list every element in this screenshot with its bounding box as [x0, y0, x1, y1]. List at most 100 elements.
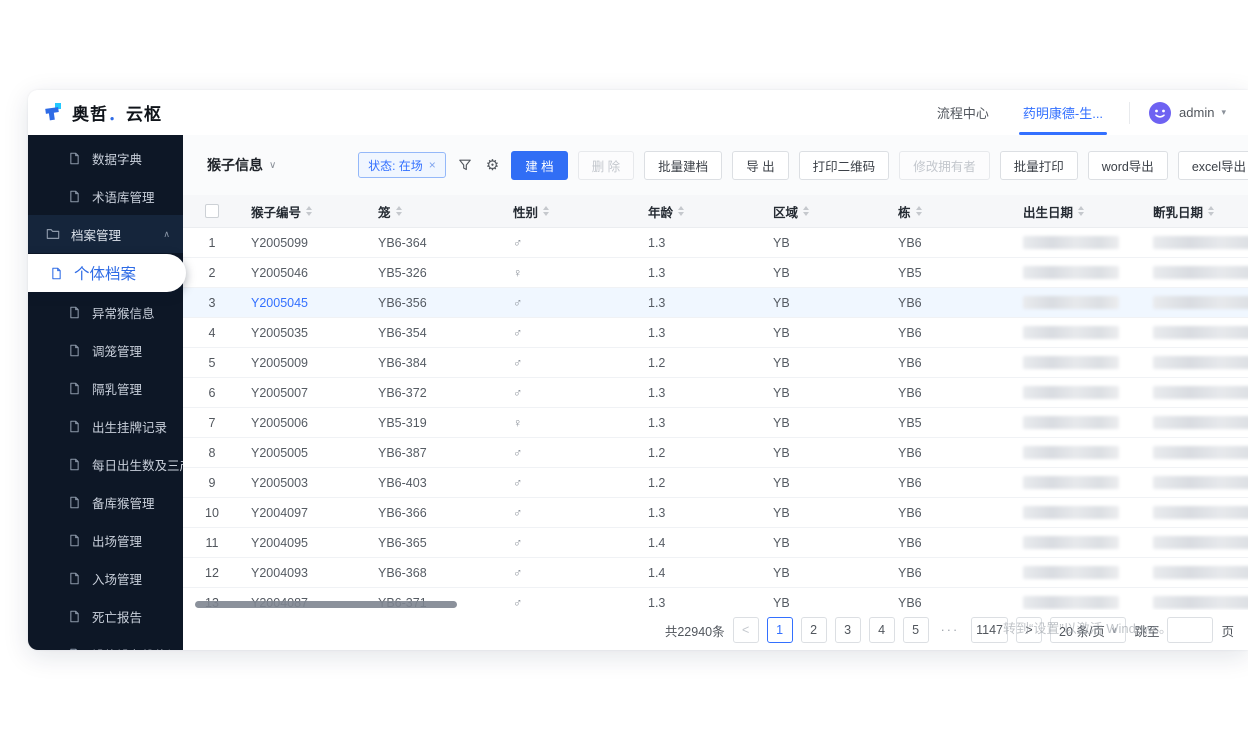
page-size-select[interactable]: 20 条/页 ∨ [1050, 617, 1127, 643]
nav-item-0[interactable]: 流程中心 [937, 90, 989, 135]
settings-gear-icon[interactable]: ⚙ [484, 158, 501, 173]
sort-icon[interactable] [395, 206, 402, 216]
page-button-4[interactable]: 4 [868, 617, 895, 643]
sort-icon[interactable] [915, 206, 922, 216]
page-button-5[interactable]: 5 [902, 617, 929, 643]
column-header-6[interactable]: 出生日期 [1013, 202, 1143, 221]
area-cell: YB [773, 355, 790, 370]
sidebar-item-0[interactable]: 数据字典 [28, 139, 183, 177]
collapse-caret-icon: ∧ [163, 228, 170, 239]
toolbar-button-3[interactable]: 导 出 [732, 150, 789, 180]
table-row[interactable]: 7 Y2005006 YB5-319 ♀ 1.3 YB YB5 [183, 408, 1248, 438]
monkey-id-cell: Y2005006 [251, 415, 309, 430]
next-page-button[interactable]: > [1016, 617, 1043, 643]
page-button-3[interactable]: 3 [834, 617, 861, 643]
sidebar-item-5[interactable]: 调笼管理 [28, 331, 183, 369]
toolbar-button-4[interactable]: 打印二维码 [798, 150, 890, 180]
building-cell: YB6 [898, 235, 922, 250]
toolbar-button-8[interactable]: excel导出 [1177, 150, 1248, 180]
page-ellipsis[interactable]: ··· [937, 617, 964, 643]
page-button-1[interactable]: 1 [766, 617, 793, 643]
sort-icon[interactable] [306, 206, 313, 216]
sidebar-item-13[interactable]: 设施设备维修记录 [28, 635, 192, 650]
sort-icon[interactable] [678, 206, 685, 216]
header-divider [1129, 101, 1131, 124]
column-header-1[interactable]: 笼 [368, 202, 503, 221]
sidebar-item-4[interactable]: 异常猴信息 [28, 293, 183, 331]
column-header-5[interactable]: 栋 [888, 202, 1013, 221]
table-row[interactable]: 10 Y2004097 YB6-366 ♂ 1.3 YB YB6 [183, 498, 1248, 528]
jump-page-input[interactable] [1167, 617, 1214, 643]
filter-chip[interactable]: 状态: 在场 × [358, 152, 446, 178]
sort-icon[interactable] [1078, 206, 1085, 216]
folder-icon [46, 227, 60, 241]
row-index: 6 [208, 385, 216, 400]
table-row[interactable]: 6 Y2005007 YB6-372 ♂ 1.3 YB YB6 [183, 378, 1248, 408]
sort-icon[interactable] [803, 206, 810, 216]
table-row[interactable]: 11 Y2004095 YB6-365 ♂ 1.4 YB YB6 [183, 528, 1248, 558]
sidebar-item-11[interactable]: 入场管理 [28, 559, 183, 597]
user-menu[interactable]: admin ▾ [1148, 101, 1226, 125]
toolbar-button-7[interactable]: word导出 [1087, 150, 1168, 180]
top-nav: 流程中心 药明康德-生... [937, 90, 1108, 135]
column-header-7[interactable]: 断乳日期 [1143, 202, 1248, 221]
age-cell: 1.3 [648, 385, 666, 400]
sidebar: 数据字典 术语库管理 档案管理 ∧ 个体档案 异常猴信息 调笼管理 隔乳管理 出生挂牌记录 每日出… [28, 135, 199, 650]
nav-item-1[interactable]: 药明康德-生... [1018, 90, 1108, 135]
table-row[interactable]: 1 Y2005099 YB6-364 ♂ 1.3 YB YB6 [183, 228, 1248, 258]
column-header-3[interactable]: 年龄 [638, 202, 763, 221]
sidebar-item-3[interactable]: 个体档案 [28, 254, 186, 292]
title-caret-icon[interactable]: ∨ [269, 160, 276, 171]
area-cell: YB [773, 535, 790, 550]
sidebar-item-2[interactable]: 档案管理 ∧ [28, 215, 183, 253]
sort-icon[interactable] [1208, 206, 1215, 216]
table-row[interactable]: 3 Y2005045 YB6-356 ♂ 1.3 YB YB6 [183, 288, 1248, 318]
row-index: 1 [208, 235, 216, 250]
pagination-bar: 转到“设置”以激活 Windows。 共22940条 <1 2 3 4 5 ··· 1147… [183, 610, 1248, 650]
table-row[interactable]: 9 Y2005003 YB6-403 ♂ 1.2 YB YB6 [183, 468, 1248, 498]
sidebar-item-6[interactable]: 隔乳管理 [28, 369, 183, 407]
sidebar-item-12[interactable]: 死亡报告 [28, 597, 183, 635]
table-row[interactable]: 12 Y2004093 YB6-368 ♂ 1.4 YB YB6 [183, 558, 1248, 588]
sidebar-item-10[interactable]: 出场管理 [28, 521, 183, 559]
sort-icon[interactable] [543, 206, 550, 216]
monkey-id-cell: Y2005009 [251, 355, 309, 370]
column-label: 年龄 [648, 205, 674, 220]
cage-cell: YB6-368 [378, 565, 427, 580]
table-row[interactable]: 2 Y2005046 YB5-326 ♀ 1.3 YB YB5 [183, 258, 1248, 288]
building-cell: YB6 [898, 565, 922, 580]
doc-icon [68, 382, 81, 395]
page-button-2[interactable]: 2 [800, 617, 827, 643]
wean-date-redacted [1153, 386, 1248, 399]
toolbar-button-6[interactable]: 批量打印 [999, 150, 1078, 180]
table-row[interactable]: 4 Y2005035 YB6-354 ♂ 1.3 YB YB6 [183, 318, 1248, 348]
sidebar-item-8[interactable]: 每日出生数及三产.. [28, 445, 199, 483]
select-all-checkbox[interactable] [205, 204, 219, 218]
column-header-4[interactable]: 区域 [763, 202, 888, 221]
birth-date-redacted [1023, 326, 1119, 339]
column-header-2[interactable]: 性别 [503, 202, 638, 221]
sidebar-item-1[interactable]: 术语库管理 [28, 177, 183, 215]
cage-cell: YB6-364 [378, 235, 427, 250]
app-window: 奥哲．云枢 流程中心 药明康德-生... admin ▾ 数据字典 术语库管理 档案管… [28, 90, 1248, 650]
sidebar-item-9[interactable]: 备库猴管理 [28, 483, 183, 521]
table-row[interactable]: 8 Y2005005 YB6-387 ♂ 1.2 YB YB6 [183, 438, 1248, 468]
monkey-id-cell[interactable]: Y2005045 [241, 296, 368, 310]
toolbar-button-0[interactable]: 建 档 [511, 150, 568, 180]
wean-date-redacted [1153, 296, 1248, 309]
sidebar-item-7[interactable]: 出生挂牌记录 [28, 407, 183, 445]
birth-date-redacted [1023, 476, 1119, 489]
wean-date-redacted [1153, 356, 1248, 369]
table-row[interactable]: 5 Y2005009 YB6-384 ♂ 1.2 YB YB6 [183, 348, 1248, 378]
wean-date-redacted [1153, 566, 1248, 579]
page-list: <1 2 3 4 5 ··· 1147 > [732, 617, 1043, 643]
filter-funnel-icon[interactable] [456, 158, 474, 172]
column-header-0[interactable]: 猴子编号 [241, 202, 368, 221]
sex-cell: ♂ [513, 385, 523, 400]
toolbar-button-2[interactable]: 批量建档 [644, 150, 723, 180]
page-button-1147[interactable]: 1147 [971, 617, 1009, 643]
row-index: 12 [205, 565, 219, 580]
toolbar-actions: 状态: 在场 × ⚙ 建 档删 除批量建档导 出打印二维码 修改拥有者 批量打印 wo… [358, 150, 1248, 180]
horizontal-scrollbar[interactable] [195, 601, 457, 608]
filter-chip-close-icon[interactable]: × [429, 158, 436, 172]
